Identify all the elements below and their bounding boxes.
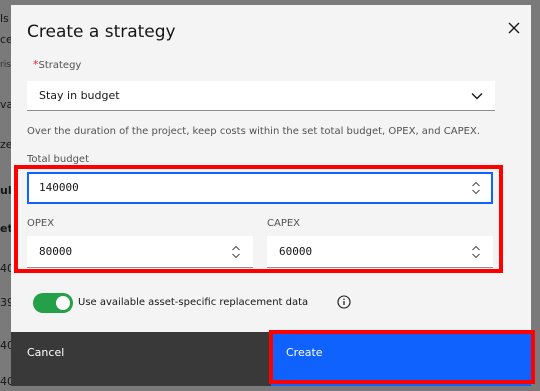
cancel-button-label: Cancel [27, 346, 65, 359]
close-icon [508, 22, 520, 34]
chevron-down-icon [471, 93, 483, 100]
close-button[interactable] [499, 13, 529, 43]
strategy-label: *Strategy [33, 58, 81, 71]
strategy-select-value: Stay in budget [39, 89, 120, 102]
replacement-data-toggle[interactable] [33, 293, 73, 313]
create-button-highlight [269, 330, 535, 384]
cancel-button[interactable]: Cancel [11, 332, 271, 386]
strategy-label-text: Strategy [38, 60, 82, 71]
modal-title: Create a strategy [27, 22, 176, 42]
budget-fields-highlight [14, 165, 503, 273]
info-icon[interactable] [337, 295, 351, 309]
toggle-label: Use available asset-specific replacement… [78, 297, 309, 308]
toggle-knob [56, 296, 70, 310]
total-budget-label: Total budget [27, 154, 89, 165]
strategy-helper-text: Over the duration of the project, keep c… [27, 126, 480, 137]
strategy-select[interactable]: Stay in budget [27, 81, 495, 111]
